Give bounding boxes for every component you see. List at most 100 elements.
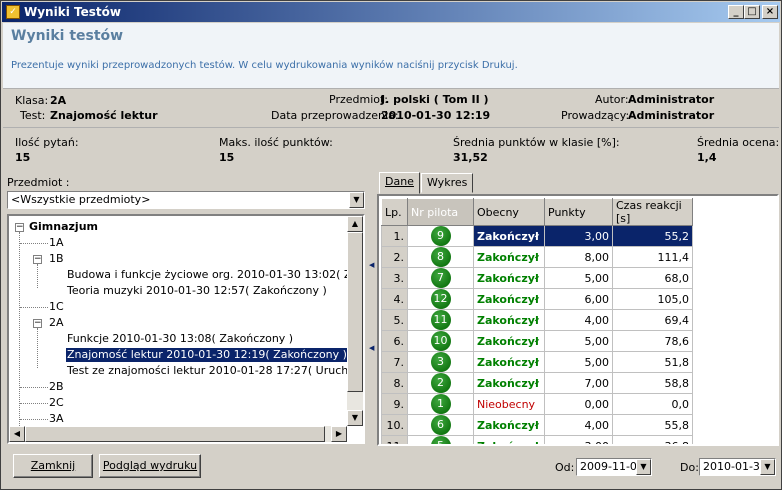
table-header-row: Lp. Nr pilota Obecny Punkty Czas reakcji… (381, 198, 693, 226)
collapse-icon[interactable]: − (15, 223, 24, 232)
cell-czas: 36,8 (612, 435, 693, 444)
do-date-picker[interactable]: 2010-01-30 ▼ (699, 458, 776, 476)
collapse-icon[interactable]: − (33, 255, 42, 264)
table-row[interactable]: 7. 3 Zakończył 5,00 51,8 (381, 351, 693, 373)
cell-obecny: Zakończył (473, 267, 545, 289)
chevron-down-icon[interactable]: ▼ (349, 192, 364, 208)
cell-czas: 68,0 (612, 267, 693, 289)
class-test-tree[interactable]: − Gimnazjum 1A − 1B Budowa i funkcje życ… (7, 214, 365, 444)
table-row[interactable]: 8. 2 Zakończył 7,00 58,8 (381, 372, 693, 394)
tree-node-1c[interactable]: 1C (49, 300, 64, 314)
scroll-right-icon[interactable]: ▶ (331, 426, 347, 442)
pytan-value: 15 (15, 151, 31, 164)
tree-node-test-budowa[interactable]: Budowa i funkcje życiowe org. 2010-01-30… (67, 268, 363, 282)
do-date-value: 2010-01-30 (703, 460, 767, 473)
col-punkty[interactable]: Punkty (544, 198, 613, 226)
tree-node-test-teoria[interactable]: Teoria muzyki 2010-01-30 12:57( Zakończo… (67, 284, 327, 298)
title-bar[interactable]: ✓ Wyniki Testów _ □ × (2, 2, 780, 22)
tree-guide (20, 403, 48, 404)
cell-punkty: 3,00 (544, 435, 613, 444)
scroll-thumb[interactable] (25, 426, 325, 442)
srednia-pkt-label: Średnia punktów w klasie [%]: (453, 136, 620, 149)
table-row[interactable]: 4. 12 Zakończył 6,00 105,0 (381, 288, 693, 310)
results-grid[interactable]: Lp. Nr pilota Obecny Punkty Czas reakcji… (377, 194, 779, 446)
przedmiot-filter-label: Przedmiot : (7, 176, 70, 189)
cell-obecny: Zakończył (473, 225, 545, 247)
tree-horizontal-scrollbar[interactable]: ◀ ▶ (9, 426, 347, 442)
table-row[interactable]: 6. 10 Zakończył 5,00 78,6 (381, 330, 693, 352)
tab-wykres[interactable]: Wykres (421, 173, 474, 193)
tree-vertical-scrollbar[interactable]: ▲ ▼ (347, 216, 363, 426)
cell-czas: 51,8 (612, 351, 693, 373)
minimize-button[interactable]: _ (728, 5, 744, 19)
od-date-picker[interactable]: 2009-11-01 ▼ (576, 458, 652, 476)
table-row[interactable]: 10. 6 Zakończył 4,00 55,8 (381, 414, 693, 436)
col-lp[interactable]: Lp. (381, 198, 408, 226)
collapse-icon[interactable]: − (33, 319, 42, 328)
cell-obecny: Zakończył (473, 372, 545, 394)
pilot-badge-icon: 7 (430, 268, 451, 288)
cell-pilot: 11 (407, 309, 474, 331)
tab-dane-label: Dane (385, 175, 414, 188)
pilot-badge-icon: 5 (430, 436, 451, 444)
pilot-badge-icon: 2 (430, 373, 451, 393)
close-window-button[interactable]: Zamknij (13, 454, 93, 478)
col-czas-reakcji[interactable]: Czas reakcji [s] (612, 198, 693, 226)
cell-lp: 1. (381, 225, 408, 247)
od-date-value: 2009-11-01 (580, 460, 644, 473)
scroll-up-icon[interactable]: ▲ (347, 216, 363, 232)
results-window: ✓ Wyniki Testów _ □ × Wyniki testów Prez… (0, 0, 782, 490)
splitter-arrow-icon[interactable]: ◀ (369, 261, 374, 269)
print-preview-button[interactable]: Podgląd wydruku (99, 454, 201, 478)
przedmiot-select[interactable]: <Wszystkie przedmioty> ▼ (7, 191, 365, 209)
table-body: 1. 9 Zakończył 3,00 55,2 2. 8 Zakończył 8,00 111,… (381, 225, 693, 444)
cell-pilot: 5 (407, 435, 474, 444)
close-button[interactable]: × (762, 5, 778, 19)
tree-node-3a[interactable]: 3A (49, 412, 64, 426)
chevron-down-icon[interactable]: ▼ (636, 459, 651, 475)
tree-node-2b[interactable]: 2B (49, 380, 64, 394)
cell-lp: 8. (381, 372, 408, 394)
tree-node-1a[interactable]: 1A (49, 236, 64, 250)
splitter-arrow-icon[interactable]: ◀ (369, 344, 374, 352)
pilot-badge-icon: 8 (430, 247, 451, 267)
table-row[interactable]: 5. 11 Zakończył 4,00 69,4 (381, 309, 693, 331)
maximize-button[interactable]: □ (744, 5, 760, 19)
autor-value: Administrator (628, 93, 715, 106)
tree-node-2c[interactable]: 2C (49, 396, 64, 410)
cell-punkty: 5,00 (544, 267, 613, 289)
cell-lp: 11. (381, 435, 408, 444)
panel-splitter[interactable]: ◀ ◀ (369, 176, 375, 446)
table-row[interactable]: 2. 8 Zakończył 8,00 111,4 (381, 246, 693, 268)
tree-node-2a[interactable]: 2A (49, 316, 64, 330)
page-description: Prezentuje wyniki przeprowadzonych testó… (11, 60, 518, 71)
tree-node-1b[interactable]: 1B (49, 252, 64, 266)
col-obecny[interactable]: Obecny (473, 198, 545, 226)
maks-label: Maks. ilość punktów: (219, 136, 333, 149)
table-row[interactable]: 3. 7 Zakończył 5,00 68,0 (381, 267, 693, 289)
scroll-left-icon[interactable]: ◀ (9, 426, 25, 442)
tree-node-test-znajomosc-selected[interactable]: Znajomość lektur 2010-01-30 12:19( Zakoń… (65, 347, 349, 363)
tree-node-gimnazjum[interactable]: Gimnazjum (29, 220, 98, 234)
chevron-down-icon[interactable]: ▼ (760, 459, 775, 475)
cell-punkty: 4,00 (544, 309, 613, 331)
cell-punkty: 7,00 (544, 372, 613, 394)
cell-lp: 2. (381, 246, 408, 268)
tree-guide (20, 243, 48, 244)
col-nr-pilota[interactable]: Nr pilota (407, 198, 474, 226)
tab-dane[interactable]: Dane (379, 172, 420, 194)
tree-node-test-funkcje[interactable]: Funkcje 2010-01-30 13:08( Zakończony ) (67, 332, 293, 346)
zamknij-label: Zamknij (30, 459, 76, 472)
tree-node-test-lektur[interactable]: Test ze znajomości lektur 2010-01-28 17:… (67, 364, 363, 378)
table-row[interactable]: 11. 5 Zakończył 3,00 36,8 (381, 435, 693, 444)
pilot-badge-icon: 11 (430, 310, 451, 330)
tree-guide (20, 419, 48, 420)
table-row[interactable]: 9. 1 Nieobecny 0,00 0,0 (381, 393, 693, 415)
scroll-thumb[interactable] (347, 232, 363, 392)
tab-wykres-label: Wykres (427, 176, 468, 189)
results-tabs: Dane Wykres (377, 172, 779, 195)
cell-punkty: 8,00 (544, 246, 613, 268)
cell-lp: 9. (381, 393, 408, 415)
table-row[interactable]: 1. 9 Zakończył 3,00 55,2 (381, 225, 693, 247)
scroll-down-icon[interactable]: ▼ (347, 410, 363, 426)
